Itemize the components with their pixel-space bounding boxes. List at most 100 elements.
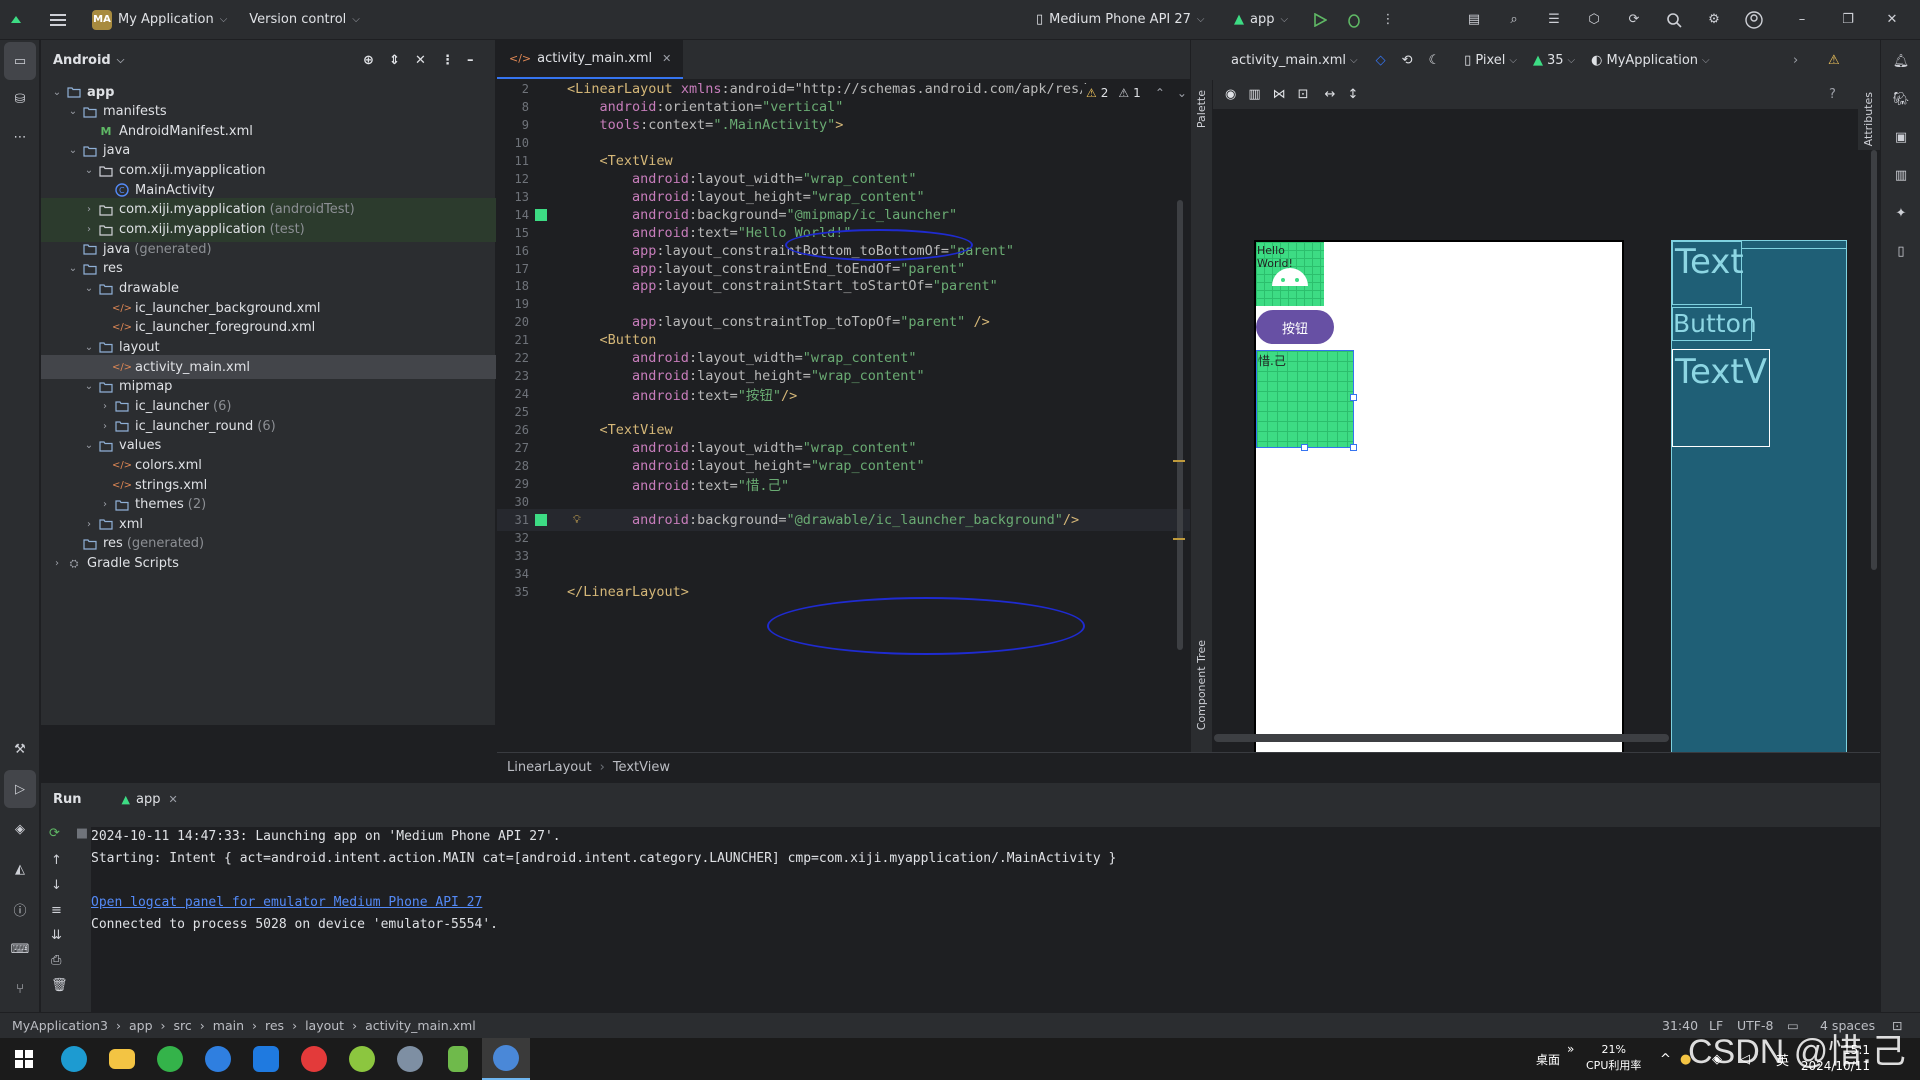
desktop-label[interactable]: 桌面 [1536, 1051, 1560, 1068]
help-icon[interactable]: ? [1829, 87, 1836, 102]
tab-activity-main[interactable]: </> activity_main.xml ✕ [497, 39, 684, 79]
line-number[interactable]: 23 [497, 369, 533, 383]
console-output[interactable]: 2024-10-11 14:47:33: Launching app on 'M… [91, 827, 1880, 1013]
restore-icon[interactable]: ❐ [1832, 4, 1864, 36]
device-manager-icon[interactable]: ▤ [1458, 4, 1490, 36]
windows-start-icon[interactable] [0, 1038, 48, 1080]
run-icon[interactable] [1304, 4, 1336, 36]
attributes-tab[interactable]: Attributes [1862, 92, 1875, 146]
more-actions-icon[interactable]: ⋮ [1372, 4, 1404, 36]
close-tab-icon[interactable]: ✕ [662, 52, 671, 65]
scroll-down-icon[interactable]: ↓ [51, 878, 68, 893]
chevron-down-icon[interactable]: ⌄ [65, 106, 81, 117]
color-preview-icon[interactable] [535, 513, 547, 526]
device-mirroring-icon[interactable]: ▯ [1881, 232, 1920, 270]
device-explorer-icon[interactable]: ▣ [1881, 118, 1920, 156]
stop-icon[interactable]: ■ [76, 826, 88, 841]
hide-panel-icon[interactable]: – [467, 53, 474, 68]
soft-wrap-icon[interactable]: ≡ [51, 903, 68, 918]
line-number[interactable]: 9 [497, 118, 533, 132]
more-tools-icon[interactable]: ⋯ [0, 118, 40, 156]
status-path-item[interactable]: layout [305, 1018, 344, 1033]
line-number[interactable]: 16 [497, 244, 533, 258]
line-number[interactable]: 25 [497, 405, 533, 419]
chevron-down-icon[interactable]: ⌵ [1568, 55, 1576, 66]
resize-handle[interactable] [1301, 444, 1308, 451]
status-path-item[interactable]: res [265, 1018, 284, 1033]
app-bird-icon[interactable] [386, 1038, 434, 1080]
second-textview-preview[interactable]: 惜.己 [1256, 350, 1354, 448]
terminal-icon[interactable]: ⌨ [0, 930, 40, 968]
hello-textview-preview[interactable]: Hello World! [1256, 242, 1324, 306]
next-highlight-icon[interactable]: ⌄ [1177, 86, 1187, 100]
chevron-right-icon[interactable]: › [49, 558, 65, 569]
netease-music-icon[interactable] [290, 1038, 338, 1080]
line-number[interactable]: 8 [497, 100, 533, 114]
chevron-right-icon[interactable]: › [81, 224, 97, 235]
gradle-icon[interactable]: 🐘︎ [1881, 80, 1920, 118]
logcat-icon[interactable]: ◭ [0, 850, 40, 888]
blueprint-button[interactable]: Button [1672, 307, 1757, 341]
blueprint-preview[interactable]: Text Button TextV [1671, 240, 1847, 760]
rerun-icon[interactable]: ⟳ [49, 826, 60, 841]
close-icon[interactable]: ✕ [1876, 4, 1908, 36]
run-app-tab[interactable]: ▲ app ✕ [122, 792, 178, 807]
project-folder-icon[interactable]: ▭ [4, 42, 36, 80]
tree-item[interactable]: › ⛭ Gradle Scripts [41, 552, 496, 576]
status-path-item[interactable]: activity_main.xml [365, 1018, 476, 1033]
chevron-down-icon[interactable]: ⌵ [117, 55, 125, 66]
file-selector[interactable]: activity_main.xml [1231, 53, 1346, 68]
chevron-right-icon[interactable]: › [1793, 53, 1798, 68]
tray-chevron-icon[interactable]: ^ [1660, 1052, 1671, 1067]
status-path-item[interactable]: app [129, 1018, 153, 1033]
chevron-right-icon[interactable]: › [97, 421, 113, 432]
blueprint-textview[interactable]: Text [1672, 241, 1744, 305]
close-tab-icon[interactable]: ✕ [168, 793, 177, 806]
chevron-right-icon[interactable]: › [97, 499, 113, 510]
line-number[interactable]: 35 [497, 585, 533, 599]
status-path-item[interactable]: MyApplication3 [12, 1018, 108, 1033]
run-config-selector[interactable]: ▲ app ⌵ [1228, 6, 1294, 34]
chevron-down-icon[interactable]: ⌄ [81, 165, 97, 176]
constraints-icon[interactable]: ⋈ [1273, 87, 1286, 102]
resize-handle[interactable] [1350, 394, 1357, 401]
ie-browser-icon[interactable] [194, 1038, 242, 1080]
line-number[interactable]: 2 [497, 82, 533, 96]
breadcrumb-linearlayout[interactable]: LinearLayout [507, 760, 592, 775]
chevron-down-icon[interactable]: ⌄ [81, 381, 97, 392]
run-tool-icon[interactable]: ▷ [4, 770, 36, 808]
line-number[interactable]: 29 [497, 477, 533, 491]
debug-icon[interactable] [1338, 4, 1370, 36]
line-number[interactable]: 18 [497, 279, 533, 293]
line-number[interactable]: 11 [497, 154, 533, 168]
breadcrumb-textview[interactable]: TextView [613, 760, 670, 775]
sdk-manager-icon[interactable]: ⬡ [1578, 4, 1610, 36]
line-number[interactable]: 17 [497, 262, 533, 276]
file-explorer-icon[interactable] [98, 1038, 146, 1080]
theme-selector[interactable]: MyApplication [1606, 53, 1698, 68]
running-devices-icon[interactable]: ▥ [1881, 156, 1920, 194]
gemini-icon[interactable]: ✦ [1881, 194, 1920, 232]
component-tree-tab[interactable]: Component Tree [1195, 640, 1208, 730]
collapse-all-icon[interactable]: ✕ [415, 53, 426, 68]
line-number[interactable]: 20 [497, 315, 533, 329]
blueprint-icon[interactable]: ▥ [1248, 87, 1260, 102]
inspect-icon[interactable]: ⌕ [1498, 4, 1530, 36]
line-number[interactable]: 28 [497, 459, 533, 473]
eye-icon[interactable]: ◉ [1225, 87, 1236, 102]
resize-handle[interactable] [1350, 444, 1357, 451]
warning-icon[interactable]: ⚠ [1828, 53, 1840, 68]
chevron-down-icon[interactable]: ⌄ [81, 342, 97, 353]
search-icon[interactable] [1658, 4, 1690, 36]
print-icon[interactable]: ⎙ [51, 953, 68, 968]
design-scrollbar[interactable] [1871, 150, 1877, 570]
button-preview[interactable]: 按钮 [1256, 310, 1334, 344]
line-number[interactable]: 14 [497, 208, 533, 222]
line-number[interactable]: 24 [497, 387, 533, 401]
logcat-link[interactable]: Open logcat panel for emulator Medium Ph… [91, 895, 482, 910]
account-icon[interactable] [1738, 4, 1770, 36]
scroll-to-end-icon[interactable]: ⇊ [51, 928, 68, 943]
chevron-down-icon[interactable]: ⌄ [65, 145, 81, 156]
canvas-scrollbar[interactable] [1214, 734, 1669, 742]
code-area[interactable]: 2 <LinearLayout xmlns:android="http://sch… [497, 81, 1190, 752]
